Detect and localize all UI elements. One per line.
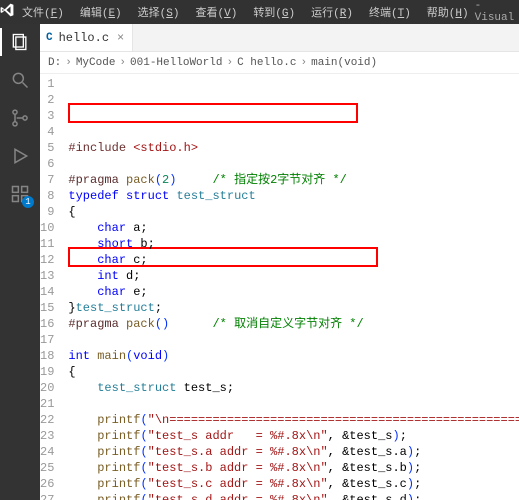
tab-label: hello.c	[59, 31, 109, 45]
code-line[interactable]: typedef struct test_struct	[64, 188, 519, 204]
breadcrumb-segment[interactable]: D:	[48, 57, 61, 69]
code-line[interactable]: printf("test_s.d addr = %#.8x\n", &test_…	[64, 492, 519, 500]
code-line[interactable]: {	[64, 364, 519, 380]
run-debug-icon[interactable]	[8, 144, 32, 168]
code-line[interactable]: char e;	[64, 284, 519, 300]
code-line[interactable]: #pragma pack(2) /* 指定按2字节对齐 */	[64, 172, 519, 188]
menu-t[interactable]: 终端(T)	[363, 2, 417, 22]
chevron-right-icon: ›	[226, 57, 233, 69]
code-line[interactable]: int main(void)	[64, 348, 519, 364]
chevron-right-icon: ›	[119, 57, 126, 69]
code-content[interactable]: #include <stdio.h> #pragma pack(2) /* 指定按…	[64, 74, 519, 500]
menu-s[interactable]: 选择(S)	[132, 2, 186, 22]
vscode-logo-icon	[0, 3, 14, 21]
code-line[interactable]: printf("test_s.b addr = %#.8x\n", &test_…	[64, 460, 519, 476]
code-line[interactable]: int d;	[64, 268, 519, 284]
code-line[interactable]: printf("\n==============================…	[64, 412, 519, 428]
close-icon[interactable]: ×	[115, 31, 126, 45]
c-file-icon: C	[46, 32, 53, 44]
search-icon[interactable]	[8, 68, 32, 92]
chevron-right-icon: ›	[300, 57, 307, 69]
breadcrumb-segment[interactable]: C hello.c	[237, 57, 296, 69]
line-number-gutter: 1234567891011121314151617181920212223242…	[40, 74, 64, 500]
editor-tabs: C hello.c ×	[40, 24, 519, 52]
annotation-box-1	[68, 103, 358, 123]
code-line[interactable]	[64, 156, 519, 172]
menu-e[interactable]: 编辑(E)	[74, 2, 128, 22]
code-line[interactable]: }test_struct;	[64, 300, 519, 316]
breadcrumb[interactable]: D:›MyCode›001-HelloWorld›C hello.c›main(…	[40, 52, 519, 74]
code-line[interactable]: printf("test_s.c addr = %#.8x\n", &test_…	[64, 476, 519, 492]
code-line[interactable]	[64, 332, 519, 348]
title-bar: 文件(F)编辑(E)选择(S)查看(V)转到(G)运行(R)终端(T)帮助(H)…	[0, 0, 519, 24]
source-control-icon[interactable]	[8, 106, 32, 130]
code-line[interactable]: short b;	[64, 236, 519, 252]
code-line[interactable]	[64, 396, 519, 412]
menu-g[interactable]: 转到(G)	[247, 2, 301, 22]
breadcrumb-segment[interactable]: 001-HelloWorld	[130, 57, 222, 69]
breadcrumb-segment[interactable]: main(void)	[311, 57, 377, 69]
extensions-icon[interactable]: 1	[8, 182, 32, 206]
breadcrumb-segment[interactable]: MyCode	[76, 57, 116, 69]
code-line[interactable]: test_struct test_s;	[64, 380, 519, 396]
code-line[interactable]: char c;	[64, 252, 519, 268]
menu-f[interactable]: 文件(F)	[16, 2, 70, 22]
activity-bar: 1	[0, 24, 40, 500]
extensions-badge: 1	[22, 196, 34, 208]
tab-hello-c[interactable]: C hello.c ×	[40, 24, 133, 51]
menu-v[interactable]: 查看(V)	[189, 2, 243, 22]
code-line[interactable]: #pragma pack() /* 取消自定义字节对齐 */	[64, 316, 519, 332]
code-editor[interactable]: 1234567891011121314151617181920212223242…	[40, 74, 519, 500]
chevron-right-icon: ›	[65, 57, 72, 69]
code-line[interactable]: printf("test_s addr = %#.8x\n", &test_s)…	[64, 428, 519, 444]
code-line[interactable]: char a;	[64, 220, 519, 236]
menu-h[interactable]: 帮助(H)	[421, 2, 475, 22]
explorer-icon[interactable]	[8, 30, 32, 54]
code-line[interactable]: #include <stdio.h>	[64, 140, 519, 156]
code-line[interactable]: printf("test_s.a addr = %#.8x\n", &test_…	[64, 444, 519, 460]
menu-r[interactable]: 运行(R)	[305, 2, 359, 22]
main-menus: 文件(F)编辑(E)选择(S)查看(V)转到(G)运行(R)终端(T)帮助(H)	[16, 2, 475, 22]
code-line[interactable]: {	[64, 204, 519, 220]
